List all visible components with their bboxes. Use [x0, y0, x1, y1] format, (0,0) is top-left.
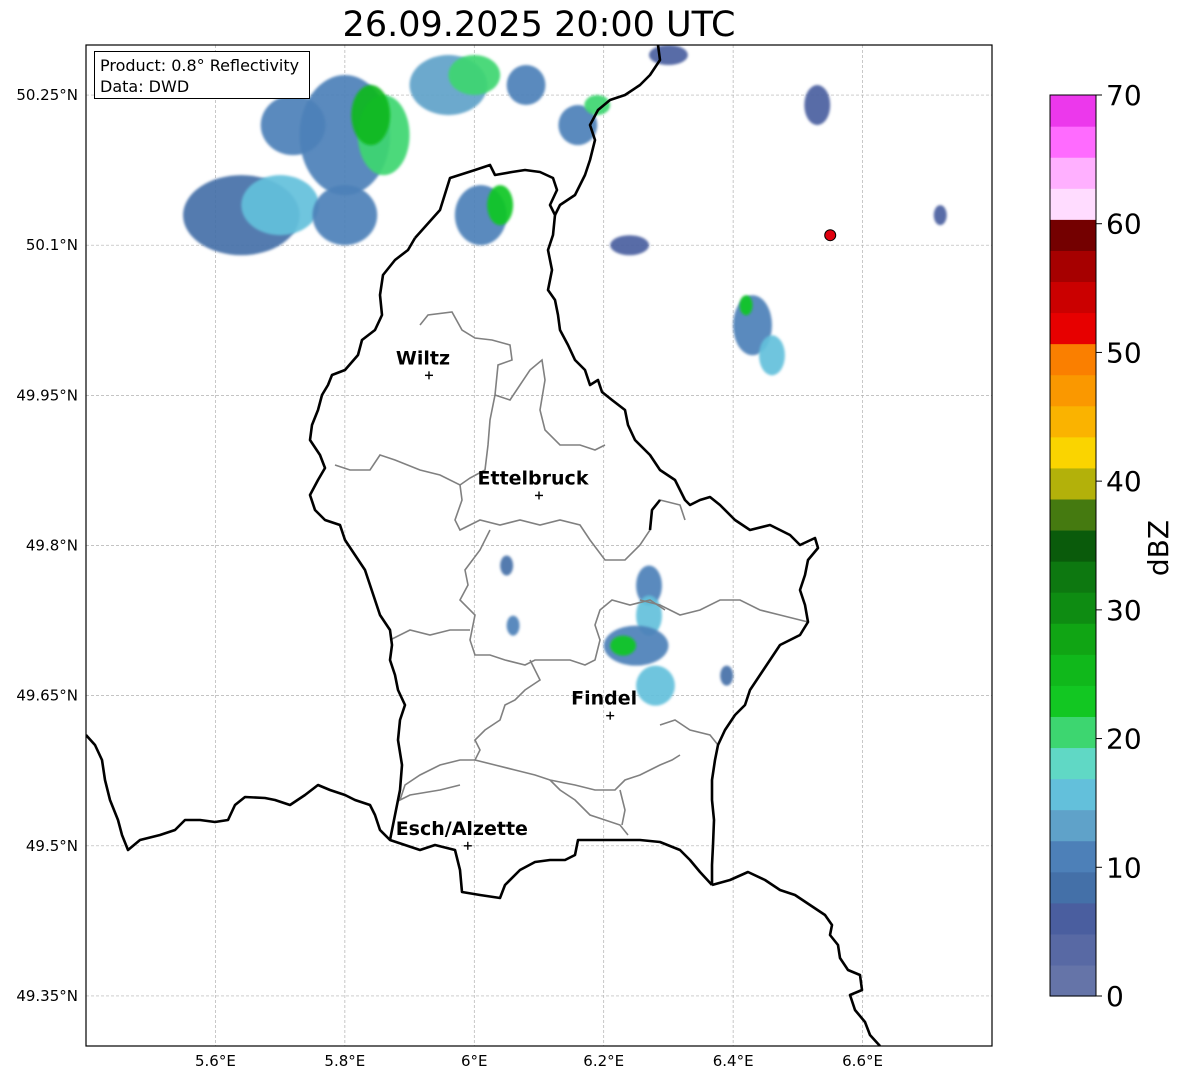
lat-tick-label: 49.65°N: [16, 687, 78, 705]
colorbar-swatch: [1050, 312, 1096, 345]
colorbar-swatch: [1050, 529, 1096, 562]
lon-tick-label: 6.4°E: [713, 1052, 754, 1070]
lon-tick-label: 5.6°E: [195, 1052, 236, 1070]
lat-tick-label: 49.95°N: [16, 386, 78, 404]
colorbar-tick-label: 10: [1106, 851, 1142, 884]
colorbar-swatch: [1050, 343, 1096, 376]
colorbar-swatch: [1050, 374, 1096, 407]
reflectivity-echo: [759, 335, 785, 376]
colorbar-swatch: [1050, 281, 1096, 314]
colorbar-swatch: [1050, 840, 1096, 873]
colorbar-swatch: [1050, 219, 1096, 251]
colorbar-swatch: [1050, 685, 1096, 717]
colorbar-label: dBZ: [1142, 520, 1175, 576]
colorbar-swatch: [1050, 188, 1096, 220]
colorbar-swatch: [1050, 498, 1096, 531]
reflectivity-echo: [649, 45, 688, 66]
reflectivity-echo: [260, 95, 326, 156]
colorbar-swatches: [1050, 95, 1096, 997]
data-source-text: Data: DWD: [100, 77, 190, 96]
lat-tick-label: 49.8°N: [26, 537, 78, 555]
colorbar-tick-label: 20: [1106, 723, 1142, 756]
colorbar-swatch: [1050, 561, 1096, 593]
reflectivity-echo: [506, 65, 546, 106]
colorbar-swatch: [1050, 778, 1096, 811]
radar-figure: Wiltz Ettelbruck Findel Esch/Alzette 50.25°…: [16, 44, 1175, 1070]
colorbar-swatch: [1050, 716, 1096, 749]
colorbar-tick-label: 0: [1106, 980, 1124, 1013]
colorbar-swatch: [1050, 902, 1096, 935]
reflectivity-echo: [720, 665, 734, 686]
product-info-box: Product: 0.8° Reflectivity Data: DWD: [94, 51, 310, 99]
colorbar-swatch: [1050, 592, 1096, 624]
radar-site-marker[interactable]: [824, 229, 837, 242]
lon-tick-label: 6.6°E: [842, 1052, 883, 1070]
colorbar-swatch: [1050, 436, 1096, 469]
colorbar-swatch: [1050, 405, 1096, 438]
colorbar-swatch: [1050, 623, 1096, 655]
colorbar-tick-label: 70: [1106, 79, 1142, 112]
colorbar-swatch: [1050, 250, 1096, 283]
reflectivity-echo: [933, 205, 947, 226]
colorbar-swatch: [1050, 933, 1096, 966]
colorbar-tick-label: 40: [1106, 465, 1142, 498]
lon-tick-label: 6°E: [461, 1052, 488, 1070]
lon-tick-label: 6.2°E: [583, 1052, 624, 1070]
city-label: Wiltz: [396, 347, 450, 369]
colorbar-swatch: [1050, 126, 1096, 158]
city-label: Esch/Alzette: [396, 818, 528, 840]
colorbar-swatch: [1050, 747, 1096, 780]
lat-tick-label: 49.35°N: [16, 987, 78, 1005]
city-label: Findel: [571, 688, 637, 710]
reflectivity-echo: [351, 85, 391, 146]
colorbar-swatch: [1050, 157, 1096, 189]
product-text: Product: 0.8° Reflectivity: [100, 56, 300, 75]
reflectivity-echo: [610, 635, 637, 656]
colorbar-swatch: [1050, 871, 1096, 904]
reflectivity-echo: [739, 295, 753, 316]
reflectivity-echo: [487, 185, 514, 226]
colorbar-ticks: 0 10 20 30 40 50 60 70: [1096, 79, 1142, 1013]
colorbar-swatch: [1050, 964, 1096, 997]
reflectivity-echo: [448, 55, 501, 96]
colorbar-tick-label: 50: [1106, 336, 1142, 369]
lat-tick-label: 50.1°N: [26, 236, 78, 254]
reflectivity-echo: [241, 175, 319, 236]
colorbar-tick-label: 30: [1106, 594, 1142, 627]
colorbar-swatch: [1050, 809, 1096, 842]
city-label: Ettelbruck: [478, 467, 589, 489]
colorbar-swatch: [1050, 654, 1096, 686]
reflectivity-echo: [500, 555, 514, 576]
reflectivity-echo: [610, 235, 650, 256]
colorbar: 0 10 20 30 40 50 60 70 dBZ: [1049, 79, 1175, 1013]
map-area[interactable]: Wiltz Ettelbruck Findel Esch/Alzette: [85, 44, 993, 1047]
colorbar-swatch: [1050, 467, 1096, 500]
lat-tick-label: 50.25°N: [16, 86, 78, 104]
reflectivity-echo: [506, 615, 520, 636]
colorbar-tick-label: 60: [1106, 208, 1142, 241]
colorbar-swatch: [1050, 95, 1096, 127]
lat-tick-label: 49.5°N: [26, 837, 78, 855]
lon-tick-label: 5.8°E: [324, 1052, 365, 1070]
reflectivity-echo: [636, 665, 675, 706]
reflectivity-echo: [804, 85, 831, 126]
